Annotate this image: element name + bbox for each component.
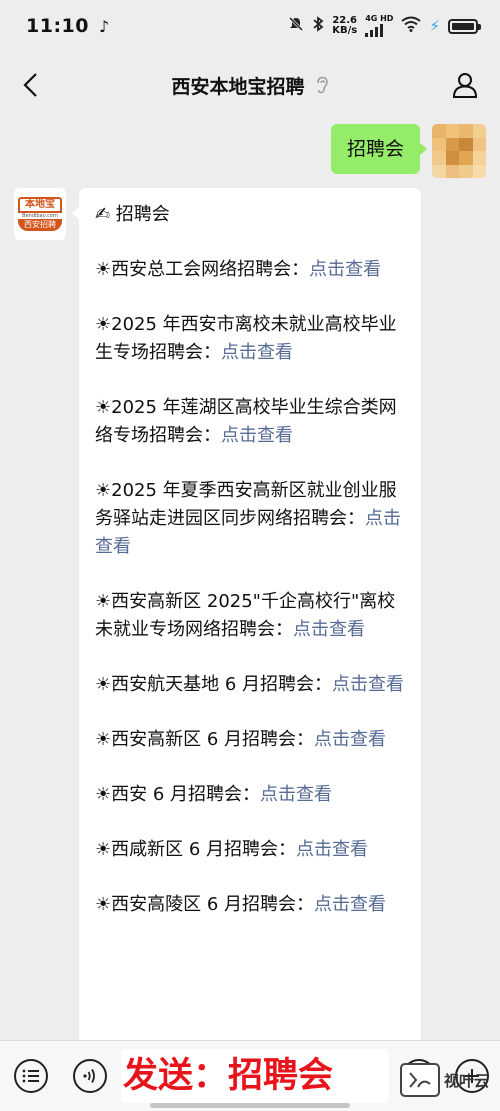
- status-time: 11:10: [26, 15, 89, 37]
- entry-text: 西安 6 月招聘会：: [111, 784, 261, 805]
- sun-icon: ☀: [95, 591, 112, 612]
- home-indicator[interactable]: [150, 1103, 350, 1108]
- back-button[interactable]: [14, 68, 48, 102]
- status-right: 22.6 KB/s 4G HD ⚡: [288, 15, 481, 37]
- logo-top-text: 本地宝: [18, 197, 62, 213]
- entry-text: 西安总工会网络招聘会：: [111, 259, 310, 280]
- list-item: ☀2025 年夏季西安高新区就业创业服务驿站走进园区同步网络招聘会：点击查看: [95, 477, 405, 561]
- logo-bottom-text: 西安招聘: [18, 219, 62, 231]
- menu-icon: [22, 1069, 39, 1083]
- network-speed: 22.6 KB/s: [332, 16, 357, 36]
- view-link[interactable]: 点击查看: [221, 425, 293, 446]
- sun-icon: ☀: [95, 259, 112, 280]
- page-title: 西安本地宝招聘: [171, 75, 305, 98]
- sun-icon: ☀: [95, 314, 112, 335]
- sun-icon: ☀: [95, 839, 112, 860]
- list-item: ☀2025 年西安市离校未就业高校毕业生专场招聘会：点击查看: [95, 311, 405, 367]
- sun-icon: ☀: [95, 480, 112, 501]
- view-link[interactable]: 点击查看: [296, 839, 368, 860]
- list-item: ☀西安航天基地 6 月招聘会：点击查看: [95, 671, 405, 699]
- sun-icon: ☀: [95, 397, 112, 418]
- list-item: ☀西安高陵区 6 月招聘会：点击查看: [95, 891, 405, 919]
- view-link[interactable]: 点击查看: [309, 259, 381, 280]
- signal-group: 4G HD: [365, 15, 393, 37]
- entry-text: 西安高新区 6 月招聘会：: [111, 729, 315, 750]
- user-avatar[interactable]: [432, 124, 486, 178]
- signal-icon: [365, 23, 384, 37]
- entry-text: 西安高陵区 6 月招聘会：: [111, 894, 315, 915]
- voice-button[interactable]: [73, 1059, 107, 1093]
- list-item: ☀西安高新区 6 月招聘会：点击查看: [95, 726, 405, 754]
- bendibao-avatar[interactable]: 本地宝 Bendibao.com 西安招聘: [14, 188, 66, 240]
- view-link[interactable]: 点击查看: [260, 784, 332, 805]
- network-label: 4G HD: [365, 14, 394, 23]
- view-link[interactable]: 点击查看: [314, 729, 386, 750]
- tiktok-icon: ♪: [98, 16, 110, 36]
- list-item: ☀西安总工会网络招聘会：点击查看: [95, 256, 405, 284]
- profile-icon: [452, 73, 478, 98]
- list-item: ☀西安高新区 2025"千企高校行"离校未就业专场网络招聘会：点击查看: [95, 588, 405, 644]
- watermark: 视叶云: [400, 1058, 500, 1102]
- profile-button[interactable]: [448, 68, 482, 102]
- sun-icon: ☀: [95, 674, 112, 695]
- chat-header: 西安本地宝招聘: [0, 52, 500, 118]
- view-link[interactable]: 点击查看: [293, 619, 365, 640]
- reply-heading: ✍ 招聘会: [95, 204, 170, 225]
- incoming-message: ✍ 招聘会 ☀西安总工会网络招聘会：点击查看 ☀2025 年西安市离校未就业高校…: [79, 188, 421, 1048]
- mute-icon: [288, 16, 304, 36]
- voice-icon: [83, 1069, 95, 1083]
- view-link[interactable]: 点击查看: [314, 894, 386, 915]
- entry-text: 2025 年夏季西安高新区就业创业服务驿站走进园区同步网络招聘会：: [95, 480, 397, 529]
- entry-text: 西咸新区 6 月招聘会：: [111, 839, 297, 860]
- battery-icon: [448, 18, 481, 34]
- menu-button[interactable]: [14, 1059, 48, 1093]
- ear-icon: [315, 76, 329, 94]
- bluetooth-icon: [312, 16, 324, 36]
- sun-icon: ☀: [95, 729, 112, 750]
- list-item: ☀2025 年莲湖区高校毕业生综合类网络专场招聘会：点击查看: [95, 394, 405, 450]
- outgoing-message-row: 招聘会: [330, 124, 486, 178]
- status-bar: 11:10 ♪ 22.6 KB/s 4G HD ⚡: [0, 0, 500, 52]
- view-link[interactable]: 点击查看: [221, 342, 293, 363]
- list-item: ☀西咸新区 6 月招聘会：点击查看: [95, 836, 405, 864]
- entry-text: 西安航天基地 6 月招聘会：: [111, 674, 333, 695]
- view-link[interactable]: 点击查看: [332, 674, 404, 695]
- watermark-text: 视叶云: [444, 1071, 490, 1090]
- sun-icon: ☀: [95, 894, 112, 915]
- watermark-logo-icon: [400, 1063, 440, 1097]
- message-input[interactable]: [121, 1049, 389, 1103]
- back-arrow-icon: [23, 73, 37, 97]
- outgoing-message[interactable]: 招聘会: [330, 124, 428, 174]
- list-item: ☀西安 6 月招聘会：点击查看: [95, 781, 405, 809]
- wifi-icon: [401, 16, 422, 36]
- status-left: 11:10 ♪: [26, 15, 109, 37]
- speed-unit: KB/s: [332, 25, 358, 36]
- charging-icon: ⚡: [429, 17, 440, 35]
- sun-icon: ☀: [95, 784, 112, 805]
